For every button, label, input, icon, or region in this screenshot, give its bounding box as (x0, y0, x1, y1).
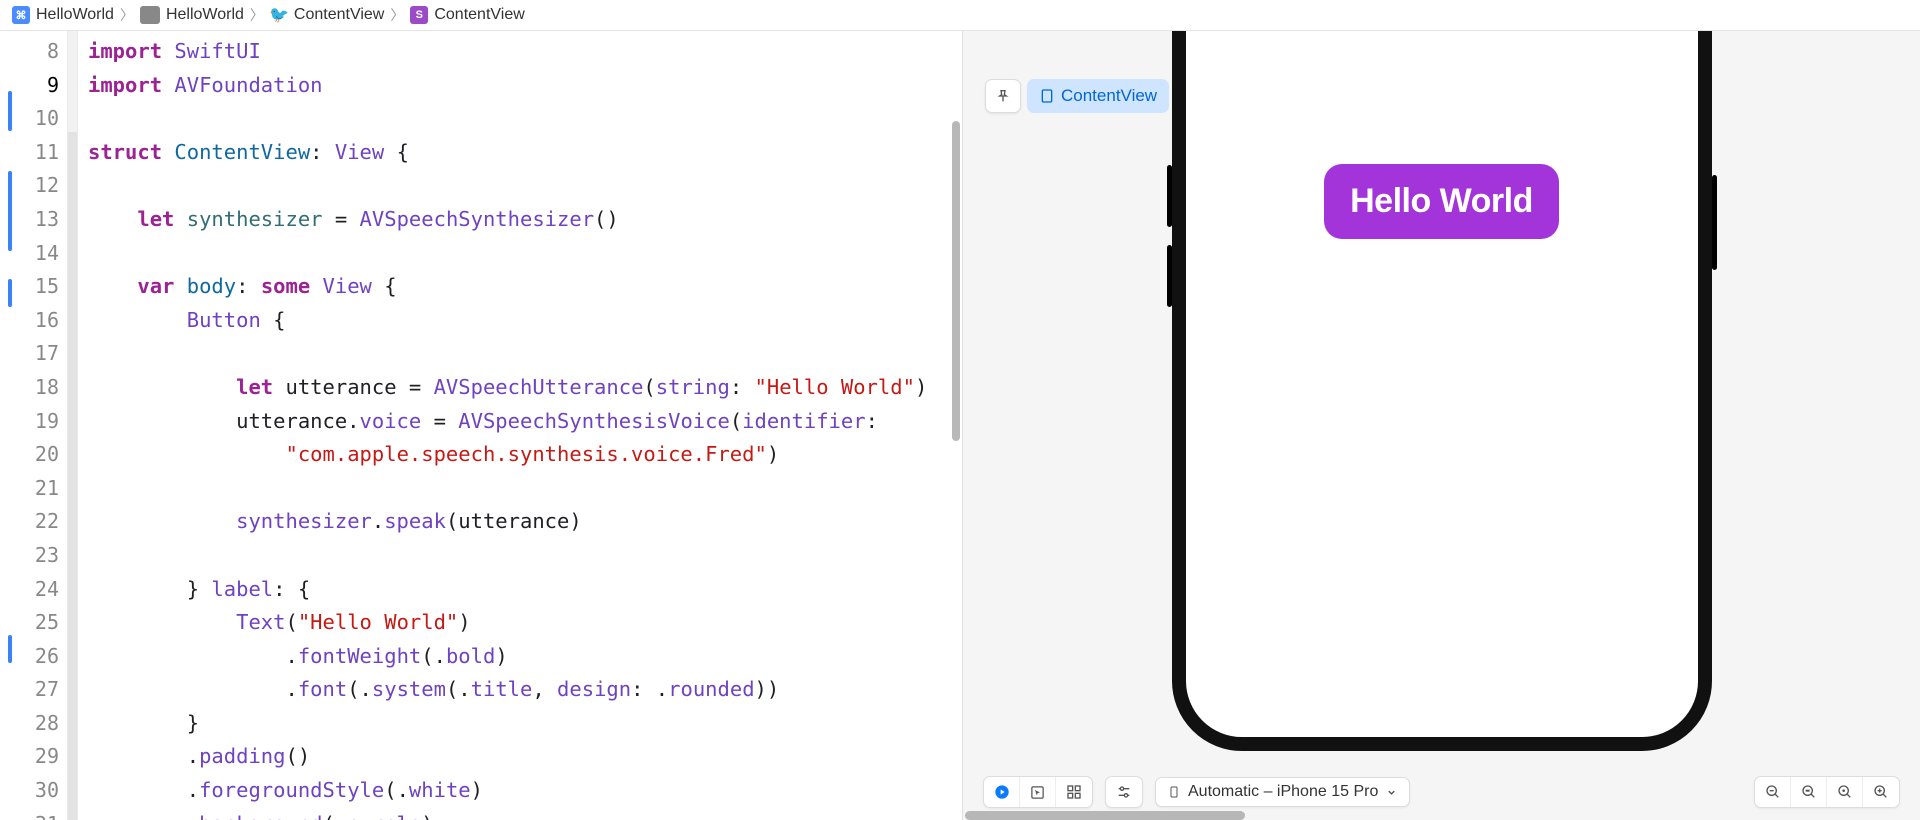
breadcrumb-item[interactable]: ⌘ HelloWorld (12, 6, 114, 24)
app-icon: ⌘ (12, 6, 30, 24)
code-line[interactable]: let utterance = AVSpeechUtterance(string… (88, 371, 962, 405)
fold-ribbon[interactable] (67, 31, 78, 820)
line-number-gutter: 8910111213141516171819202122232425262728… (15, 31, 67, 820)
code-line[interactable]: .font(.system(.title, design: .rounded)) (88, 673, 962, 707)
code-line[interactable]: Button { (88, 304, 962, 338)
code-line[interactable]: let synthesizer = AVSpeechSynthesizer() (88, 203, 962, 237)
device-selector[interactable]: Automatic – iPhone 15 Pro (1155, 777, 1410, 807)
device-selector-label: Automatic – iPhone 15 Pro (1188, 783, 1378, 801)
change-mark (8, 171, 12, 251)
change-bar (0, 31, 15, 820)
code-line[interactable]: .padding() (88, 740, 962, 774)
chevron-down-icon (1386, 787, 1397, 798)
code-line[interactable]: .background(.purple) (88, 808, 962, 820)
hello-world-button[interactable]: Hello World (1324, 164, 1559, 239)
struct-icon: S (410, 6, 428, 24)
code-line[interactable] (88, 337, 962, 371)
change-mark (8, 279, 12, 307)
breadcrumb-label: ContentView (434, 6, 524, 24)
code-line[interactable]: .foregroundStyle(.white) (88, 774, 962, 808)
device-frame: Hello World (1172, 31, 1712, 751)
code-text-area[interactable]: import SwiftUIimport AVFoundation struct … (78, 31, 962, 820)
preview-tag-label: ContentView (1061, 86, 1157, 106)
breadcrumb-item[interactable]: HelloWorld (140, 6, 244, 24)
code-line[interactable]: var body: some View { (88, 270, 962, 304)
app-content[interactable]: Hello World (1186, 31, 1698, 737)
breadcrumb-item[interactable]: S ContentView (410, 6, 524, 24)
variants-button[interactable] (1056, 777, 1092, 807)
breadcrumb: ⌘ HelloWorld 〉 HelloWorld 〉 🐦 ContentView 〉 S Con… (0, 0, 1920, 31)
pin-preview-button[interactable] (985, 79, 1021, 113)
vertical-scrollbar[interactable] (952, 121, 960, 441)
code-line[interactable] (88, 169, 962, 203)
breadcrumb-label: ContentView (294, 6, 384, 24)
main-split: 8910111213141516171819202122232425262728… (0, 31, 1920, 820)
live-preview-button[interactable] (984, 777, 1020, 807)
horizontal-scrollbar[interactable] (965, 811, 1245, 820)
selectable-preview-button[interactable] (1020, 777, 1056, 807)
preview-toolbar: Automatic – iPhone 15 Pro (963, 776, 1920, 808)
breadcrumb-separator: 〉 (390, 5, 404, 25)
breadcrumb-separator: 〉 (250, 5, 264, 25)
code-editor[interactable]: 8910111213141516171819202122232425262728… (0, 31, 962, 820)
zoom-fit-button[interactable] (1791, 777, 1827, 807)
zoom-actual-button[interactable] (1827, 777, 1863, 807)
code-line[interactable]: struct ContentView: View { (88, 136, 962, 170)
preview-canvas: ContentView Hello World (962, 31, 1920, 820)
volume-down-button-mock (1167, 245, 1172, 307)
folder-icon (140, 6, 160, 24)
breadcrumb-label: HelloWorld (36, 6, 114, 24)
code-line[interactable] (88, 472, 962, 506)
code-line[interactable]: Text("Hello World") (88, 606, 962, 640)
preview-view-tag[interactable]: ContentView (1027, 79, 1169, 113)
change-mark (8, 91, 12, 131)
code-line[interactable]: import AVFoundation (88, 69, 962, 103)
code-line[interactable]: } label: { (88, 573, 962, 607)
device-settings-button[interactable] (1106, 777, 1142, 807)
code-line[interactable] (88, 539, 962, 573)
change-mark (8, 635, 12, 663)
code-line[interactable]: utterance.voice = AVSpeechSynthesisVoice… (88, 405, 962, 439)
swift-icon: 🐦 (270, 6, 288, 24)
breadcrumb-separator: 〉 (120, 5, 134, 25)
breadcrumb-item[interactable]: 🐦 ContentView (270, 6, 384, 24)
code-line[interactable]: import SwiftUI (88, 35, 962, 69)
breadcrumb-label: HelloWorld (166, 6, 244, 24)
code-line[interactable]: "com.apple.speech.synthesis.voice.Fred") (88, 438, 962, 472)
volume-up-button-mock (1167, 165, 1172, 227)
code-line[interactable]: synthesizer.speak(utterance) (88, 505, 962, 539)
code-line[interactable]: .fontWeight(.bold) (88, 640, 962, 674)
power-button-mock (1712, 175, 1717, 270)
code-line[interactable]: } (88, 707, 962, 741)
code-line[interactable] (88, 237, 962, 271)
zoom-out-button[interactable] (1755, 777, 1791, 807)
zoom-in-button[interactable] (1863, 777, 1899, 807)
code-line[interactable] (88, 102, 962, 136)
